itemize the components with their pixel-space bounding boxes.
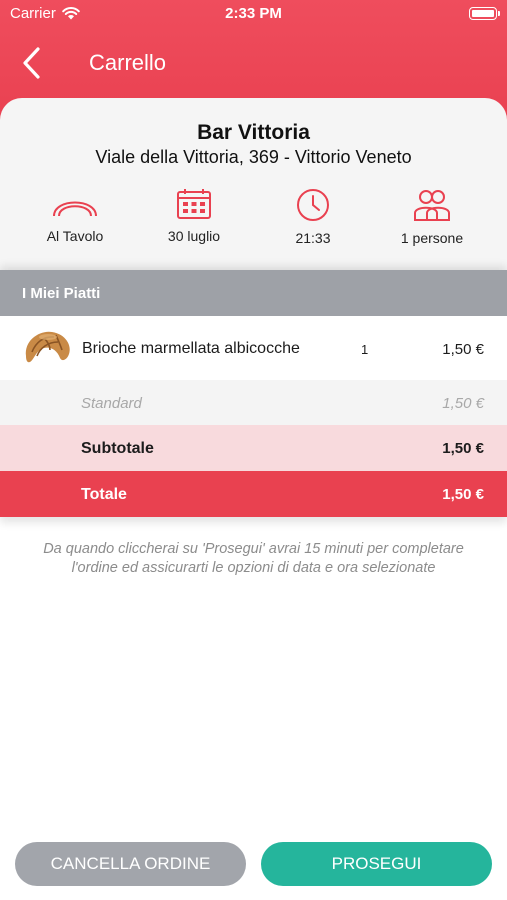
nav-bar: Carrello <box>0 36 507 90</box>
option-price: 1,50 € <box>442 395 484 412</box>
people-icon <box>414 190 450 221</box>
total-label: Totale <box>81 486 127 503</box>
option-label: Standard <box>81 395 142 412</box>
subtotal-row: Subtotale 1,50 € <box>0 425 507 471</box>
info-table-label: Al Tavolo <box>46 228 104 244</box>
item-quantity: 1 <box>361 342 369 357</box>
section-header: I Miei Piatti <box>0 270 507 316</box>
order-timer-notice: Da quando cliccherai su 'Prosegui' avrai… <box>43 541 464 576</box>
clock-icon <box>297 189 329 221</box>
total-row: Totale 1,50 € <box>0 471 507 517</box>
battery-icon <box>469 7 500 20</box>
total-value: 1,50 € <box>442 486 484 503</box>
subtotal-value: 1,50 € <box>442 440 484 457</box>
venue-card: Bar Vittoria Viale della Vittoria, 369 -… <box>0 98 507 270</box>
booking-info: Al Tavolo 30 luglio 21:33 1 persone <box>0 188 507 258</box>
cancel-order-button[interactable]: CANCELLA ORDINE <box>15 842 246 886</box>
croissant-image <box>25 331 70 363</box>
subtotal-label: Subtotale <box>81 440 154 457</box>
continue-button[interactable]: PROSEGUI <box>261 842 492 886</box>
chevron-left-icon <box>23 47 40 79</box>
page-title: Carrello <box>89 50 167 75</box>
venue-address: Viale della Vittoria, 369 - Vittorio Ven… <box>95 147 412 167</box>
info-time-label: 21:33 <box>295 230 331 246</box>
venue-name: Bar Vittoria <box>197 121 310 144</box>
cart-item-row[interactable]: Brioche marmellata albicocche 1 1,50 € <box>0 316 507 380</box>
status-time: 2:33 PM <box>225 5 282 22</box>
item-option-row: Standard 1,50 € <box>0 380 507 425</box>
item-price: 1,50 € <box>442 341 484 358</box>
info-people-label: 1 persone <box>400 230 464 246</box>
back-button[interactable] <box>18 46 48 80</box>
info-people: 1 persone <box>372 188 492 246</box>
table-icon <box>53 201 97 217</box>
calendar-icon <box>177 189 211 219</box>
info-date: 30 luglio <box>134 188 254 244</box>
status-bar: Carrier 2:33 PM <box>0 0 507 28</box>
item-name: Brioche marmellata albicocche <box>82 340 300 357</box>
info-date-label: 30 luglio <box>167 228 221 244</box>
info-time: 21:33 <box>253 188 373 246</box>
info-table: Al Tavolo <box>15 188 135 244</box>
